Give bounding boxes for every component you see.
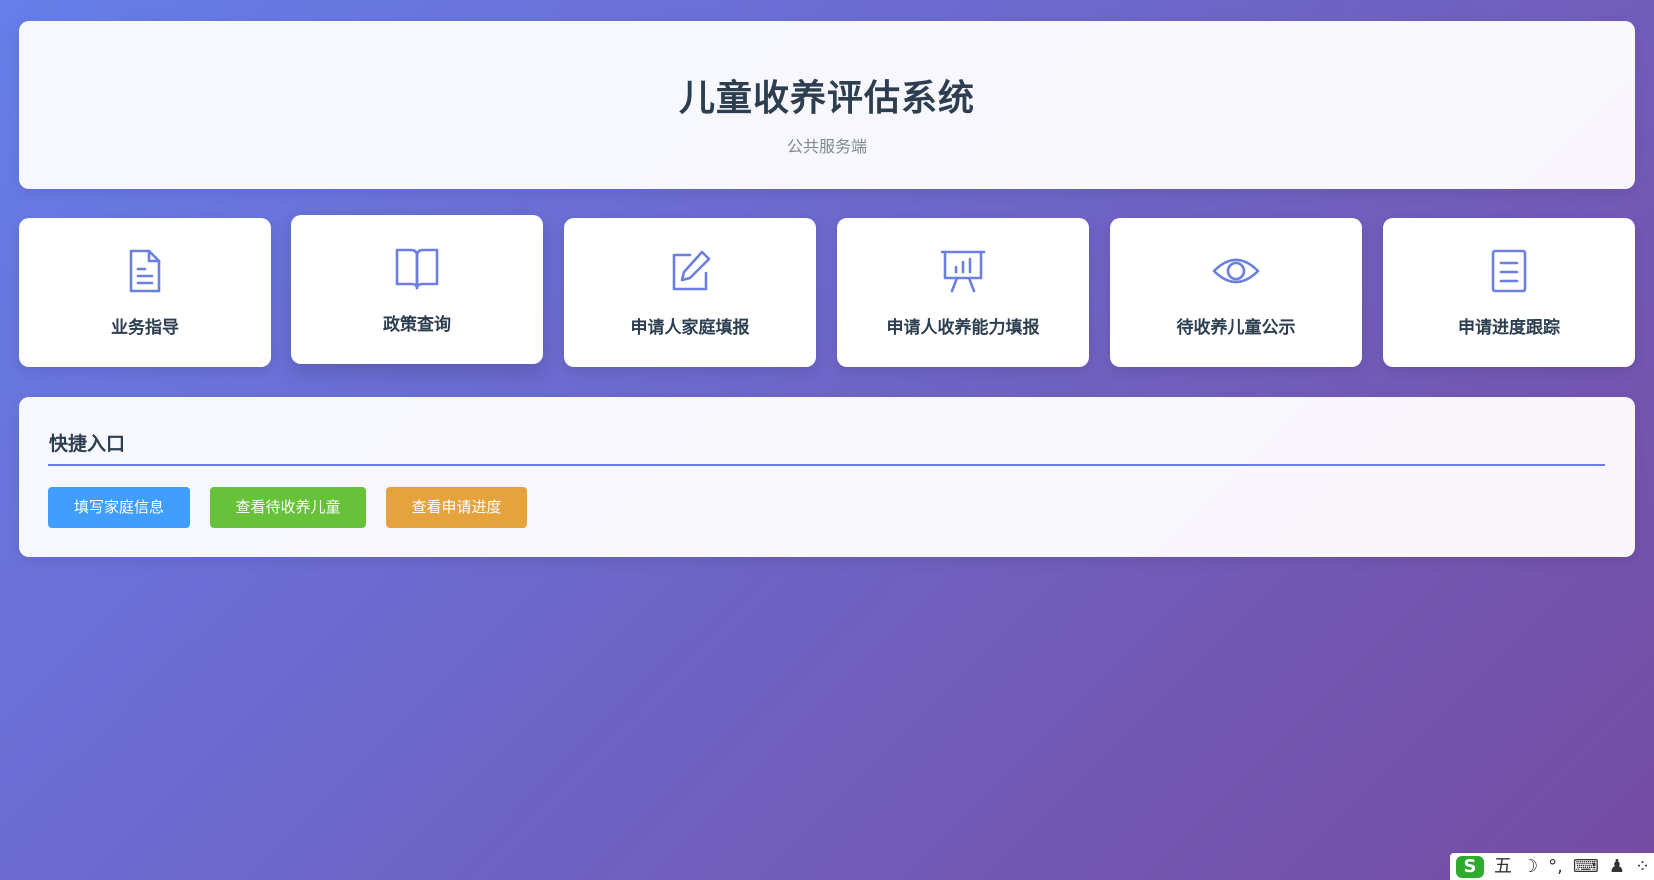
keyboard-icon[interactable]: ⌨ (1573, 853, 1599, 880)
fill-family-info-button[interactable]: 填写家庭信息 (48, 487, 190, 528)
punctuation-toggle[interactable]: °, (1548, 853, 1563, 880)
card-family-form[interactable]: 申请人家庭填报 (564, 218, 816, 367)
card-capability-form[interactable]: 申请人收养能力填报 (837, 218, 1089, 367)
view-children-button[interactable]: 查看待收养儿童 (210, 487, 366, 528)
card-business-guide[interactable]: 业务指导 (19, 218, 271, 367)
grid-icon[interactable]: ⁘ (1635, 853, 1650, 880)
eye-icon (1212, 247, 1260, 295)
page-header: 儿童收养评估系统 公共服务端 (19, 21, 1635, 189)
feature-cards: 业务指导 政策查询 申请人家庭填报 申请人收养能力填报 待收养儿童公示 申请进度… (19, 215, 1635, 367)
view-progress-button[interactable]: 查看申请进度 (386, 487, 527, 528)
card-label: 政策查询 (383, 315, 451, 335)
card-label: 申请进度跟踪 (1458, 318, 1560, 338)
presentation-chart-icon (939, 247, 987, 295)
ime-toolbar[interactable]: S 五 ☽ °, ⌨ ♟ ⁘ (1450, 853, 1654, 880)
page-title: 儿童收养评估系统 (678, 78, 975, 119)
page-subtitle: 公共服务端 (786, 137, 867, 156)
moon-icon[interactable]: ☽ (1522, 853, 1538, 880)
book-icon (393, 244, 441, 292)
user-icon[interactable]: ♟ (1609, 853, 1625, 880)
section-divider (48, 464, 1605, 466)
card-policy-query[interactable]: 政策查询 (291, 215, 543, 364)
card-progress-tracking[interactable]: 申请进度跟踪 (1383, 218, 1635, 367)
card-label: 申请人家庭填报 (630, 318, 750, 338)
card-label: 待收养儿童公示 (1176, 318, 1296, 338)
ime-mode-toggle[interactable]: 五 (1494, 853, 1512, 880)
ime-logo-icon[interactable]: S (1456, 855, 1484, 878)
card-label: 业务指导 (111, 318, 179, 338)
card-children-notice[interactable]: 待收养儿童公示 (1110, 218, 1362, 367)
quick-access-panel: 快捷入口 填写家庭信息 查看待收养儿童 查看申请进度 (19, 397, 1635, 557)
list-document-icon (1485, 247, 1533, 295)
card-label: 申请人收养能力填报 (886, 318, 1040, 338)
edit-icon (666, 247, 714, 295)
quick-access-title: 快捷入口 (49, 433, 126, 455)
document-icon (121, 247, 169, 295)
